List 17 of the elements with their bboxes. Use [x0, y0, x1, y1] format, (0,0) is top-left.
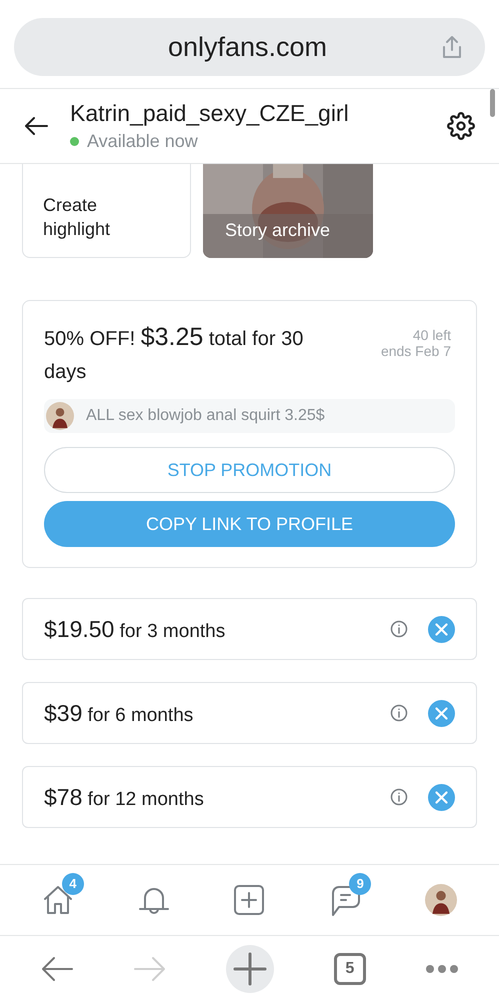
end-date: ends Feb 7: [380, 343, 451, 359]
create-highlight-card[interactable]: Create highlight: [22, 164, 191, 258]
bundle-price: $39 for 6 months: [44, 698, 194, 728]
profile-name: Katrin_paid_sexy_CZE_girl: [70, 98, 350, 128]
tab-count-button[interactable]: 5: [334, 953, 366, 985]
remaining-count: 40 left: [412, 327, 451, 343]
address-bar[interactable]: onlyfans.com: [14, 18, 485, 76]
notification-badge: 9: [349, 873, 372, 895]
status-text: Available now: [87, 130, 198, 152]
url-text: onlyfans.com: [166, 30, 328, 64]
bundle-price: $19.50 for 3 months: [44, 614, 226, 644]
promotion-title: 50% OFF! $3.25 total for 30 days: [44, 322, 304, 385]
notification-badge: 4: [62, 873, 84, 895]
card-label: Create highlight: [43, 194, 112, 241]
card-label: Story archive: [225, 219, 330, 242]
message-text: ALL sex blowjob anal squirt 3.25$: [86, 406, 325, 426]
bundle-price: $78 for 12 months: [44, 782, 205, 812]
